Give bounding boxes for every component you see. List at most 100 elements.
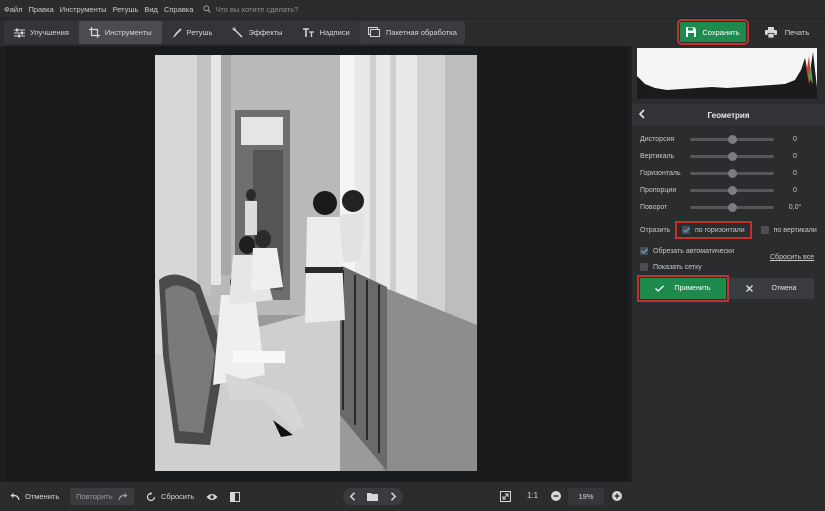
apply-button[interactable]: Применить (637, 275, 729, 302)
close-icon (746, 285, 754, 292)
menu-edit[interactable]: Правка (28, 5, 53, 14)
flip-label: Отразить (640, 226, 671, 234)
proportions-slider[interactable] (690, 185, 774, 195)
reset-all-link[interactable]: Сбросить все (770, 254, 814, 261)
menu-tools[interactable]: Инструменты (60, 5, 107, 14)
checkbox-unchecked[interactable] (640, 263, 648, 271)
save-button[interactable]: Сохранить (677, 19, 749, 45)
compare-button[interactable] (230, 488, 245, 505)
photo-preview[interactable] (155, 55, 477, 471)
reset-icon (146, 491, 156, 501)
distortion-slider[interactable] (690, 134, 774, 144)
print-button[interactable]: Печать (754, 22, 820, 42)
slider-value: 0 (793, 135, 797, 143)
tab-text[interactable]: Надписи (293, 21, 360, 44)
flip-row: Отразить по горизонтали по вертикали (640, 221, 823, 239)
reset-button[interactable]: Сбросить (146, 488, 194, 505)
batch-icon (368, 27, 380, 37)
slider-knob[interactable] (728, 185, 737, 195)
checkbox-checked[interactable] (682, 226, 690, 234)
tab-effects[interactable]: Эффекты (222, 21, 292, 44)
batch-processing-button[interactable]: Пакетная обработка (360, 21, 465, 44)
menu-bar: Файл Правка Инструменты Ретушь Вид Справ… (0, 0, 825, 18)
floppy-icon (686, 27, 697, 37)
slider-horizontal: Горизонталь 0 (640, 166, 825, 180)
reset-label: Сбросить (161, 492, 195, 501)
check-icon (682, 227, 690, 233)
balcony-photo (155, 55, 477, 471)
text-icon (302, 27, 314, 37)
slider-value: 0 (793, 152, 797, 160)
flip-vertical-label: по вертикали (773, 226, 817, 234)
slider-label: Дисторсия (640, 135, 675, 143)
print-label: Печать (784, 27, 810, 37)
geometry-title: Геометрия (707, 110, 750, 120)
flip-vertical-checkbox[interactable]: по вертикали (760, 226, 817, 234)
rotation-slider[interactable] (690, 202, 774, 212)
undo-icon (10, 492, 20, 500)
cancel-button[interactable]: Отмена (729, 278, 814, 299)
geometry-header: Геометрия (632, 104, 825, 126)
show-grid-checkbox[interactable]: Показать сетку (640, 261, 702, 273)
search-box[interactable]: Что вы хотите сделать? (203, 5, 298, 14)
slider-value: 0 (793, 186, 797, 194)
redo-button[interactable]: Повторить (70, 488, 134, 505)
vertical-slider[interactable] (690, 151, 774, 161)
chevron-left-icon[interactable] (349, 492, 356, 501)
sliders-icon (14, 28, 25, 37)
show-grid-label: Показать сетку (653, 263, 702, 271)
preview-toggle-button[interactable] (206, 488, 223, 505)
bottom-bar: Отменить Повторить Сбросить 1:1 19% (0, 482, 632, 511)
menu-view[interactable]: Вид (144, 5, 158, 14)
tab-retouch[interactable]: Ретушь (162, 21, 223, 44)
search-icon (203, 5, 212, 13)
tab-effects-label: Эффекты (248, 28, 283, 37)
eye-icon (206, 493, 218, 500)
slider-vertical: Вертикаль 0 (640, 149, 825, 163)
slider-label: Пропорции (640, 186, 677, 194)
tab-enhancements-label: Улучшения (30, 28, 69, 37)
chevron-left-icon[interactable] (638, 109, 646, 119)
slider-knob[interactable] (728, 168, 737, 178)
fit-to-screen-button[interactable] (500, 488, 516, 505)
menu-file[interactable]: Файл (4, 5, 22, 14)
checkbox-checked[interactable] (640, 247, 648, 255)
minus-icon (553, 495, 559, 497)
slider-distortion: Дисторсия 0 (640, 132, 825, 146)
main-toolbar: Улучшения Инструменты Ретушь Эффекты Над… (0, 18, 825, 46)
checkbox-unchecked[interactable] (760, 226, 769, 234)
slider-value: 0,0° (788, 203, 802, 211)
tab-tools-label: Инструменты (104, 28, 152, 37)
histogram-graph (637, 52, 817, 99)
magic-wand-icon (232, 27, 243, 38)
histogram (637, 48, 817, 99)
slider-knob[interactable] (728, 151, 737, 161)
auto-crop-label: Обрезать автоматически (653, 247, 734, 255)
actual-size-button[interactable]: 1:1 (527, 491, 538, 500)
apply-label: Применить (674, 285, 711, 292)
zoom-level[interactable]: 19% (568, 488, 604, 505)
slider-rotation: Поворот 0,0° (640, 200, 825, 214)
redo-icon (117, 492, 128, 500)
image-navigation (343, 488, 403, 505)
search-input[interactable]: Что вы хотите сделать? (215, 5, 298, 14)
auto-crop-checkbox[interactable]: Обрезать автоматически (640, 245, 734, 257)
menu-retouch[interactable]: Ретушь (113, 5, 139, 14)
flip-horizontal-checkbox[interactable]: по горизонтали (675, 221, 752, 239)
horizontal-slider[interactable] (690, 168, 774, 178)
printer-icon (764, 26, 777, 38)
cancel-label: Отмена (771, 285, 797, 292)
tab-tools[interactable]: Инструменты (78, 21, 162, 44)
image-canvas[interactable] (5, 46, 628, 482)
undo-button[interactable]: Отменить (10, 488, 59, 505)
slider-knob[interactable] (728, 202, 737, 212)
menu-help[interactable]: Справка (164, 5, 193, 14)
folder-icon[interactable] (367, 492, 379, 501)
flip-horizontal-label: по горизонтали (695, 226, 745, 234)
zoom-in-button[interactable] (612, 491, 622, 501)
zoom-out-button[interactable] (551, 491, 561, 501)
slider-knob[interactable] (728, 134, 737, 144)
fit-screen-icon (500, 491, 511, 502)
tab-enhancements[interactable]: Улучшения (4, 21, 79, 44)
chevron-right-icon[interactable] (390, 492, 397, 501)
